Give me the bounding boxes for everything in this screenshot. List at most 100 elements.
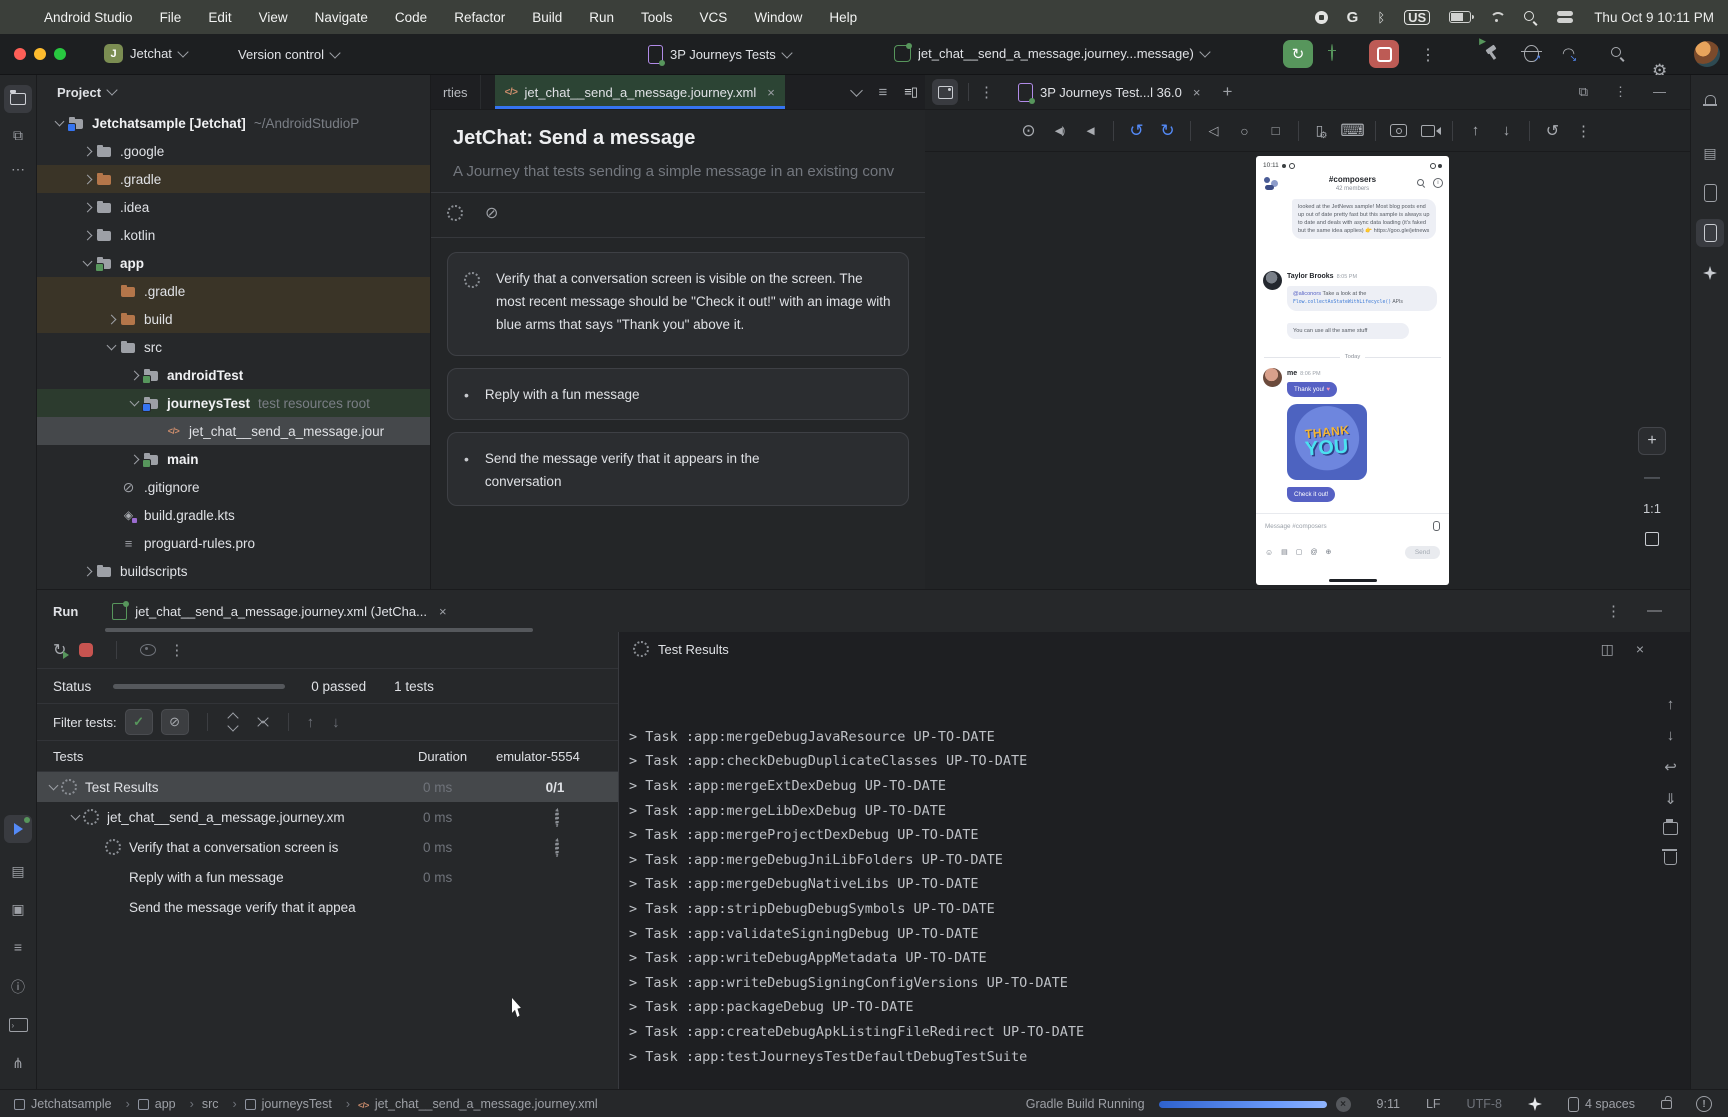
more-options-icon[interactable]: ⋮ — [979, 83, 994, 101]
test-chevron-icon[interactable] — [45, 774, 61, 800]
tree-row[interactable]: androidTest — [37, 361, 430, 389]
menu-item[interactable]: Window — [754, 10, 802, 25]
journey-step-card[interactable]: • Send the message verify that it appear… — [447, 432, 909, 506]
zoom-level[interactable]: 1:1 — [1643, 501, 1661, 516]
tree-chevron-icon[interactable] — [79, 166, 95, 192]
test-row[interactable]: Reply with a fun message 0 ms — [37, 862, 618, 892]
run-configuration-selector[interactable]: 3P Journeys Tests — [648, 45, 791, 64]
control-center-icon[interactable] — [1557, 11, 1575, 23]
tree-row[interactable]: Jetchatsample [Jetchat] ~/AndroidStudioP — [37, 109, 430, 137]
tree-chevron-icon[interactable] — [79, 250, 95, 276]
terminal-tool-button[interactable]: › — [4, 1011, 32, 1039]
project-tool-button[interactable] — [4, 85, 32, 113]
device-tab[interactable]: 3P Journeys Test...l 36.0 × — [1018, 83, 1200, 102]
wifi-icon[interactable] — [1490, 12, 1504, 23]
cancel-build-icon[interactable]: × — [1336, 1097, 1351, 1112]
show-passed-icon[interactable] — [140, 644, 156, 656]
send-button[interactable]: Send — [1405, 546, 1440, 559]
device-toolbar-icon[interactable] — [1568, 111, 1599, 151]
tree-chevron-icon[interactable] — [103, 530, 119, 556]
show-ignored-toggle[interactable]: ⊘ — [161, 709, 189, 735]
search-everywhere-icon[interactable] — [1610, 46, 1625, 61]
reader-mode-icon[interactable]: ≡▯ — [904, 84, 917, 100]
tree-chevron-icon[interactable] — [126, 446, 142, 472]
google-icon[interactable]: G — [1347, 9, 1359, 26]
tree-row[interactable]: jet_chat__send_a_message.jour — [37, 417, 430, 445]
tree-row[interactable]: .idea — [37, 193, 430, 221]
tests-column-header[interactable]: Tests — [53, 749, 83, 764]
test-row[interactable]: jet_chat__send_a_message.journey.xm 0 ms — [37, 802, 618, 832]
device-toolbar-icon[interactable] — [1491, 111, 1522, 151]
file-encoding[interactable]: UTF-8 — [1467, 1097, 1502, 1111]
gemini-status-icon[interactable] — [1528, 1097, 1542, 1111]
device-manager-button[interactable]: ▤ — [1696, 139, 1724, 167]
tree-row[interactable]: .google — [37, 137, 430, 165]
journey-step-card[interactable]: Verify that a conversation screen is vis… — [447, 252, 909, 356]
menu-item[interactable]: Tools — [641, 10, 673, 25]
device-column-header[interactable]: emulator-5554 — [496, 749, 614, 764]
scroll-up-icon[interactable]: ↑ — [1667, 696, 1675, 713]
tree-chevron-icon[interactable] — [126, 390, 142, 416]
tab-list-chevron-icon[interactable] — [851, 84, 864, 97]
scroll-to-end-icon[interactable]: ⇓ — [1664, 790, 1677, 808]
new-tab-icon[interactable]: + — [1222, 82, 1232, 102]
screenshot-view-icon[interactable] — [932, 79, 958, 105]
print-icon[interactable] — [1663, 822, 1678, 835]
device-toolbar-icon[interactable] — [1537, 111, 1568, 151]
image-icon[interactable]: ▢ — [1296, 548, 1303, 556]
editor-tab-active[interactable]: </> jet_chat__send_a_message.journey.xml… — [495, 75, 785, 109]
device-toolbar-icon[interactable] — [1013, 111, 1044, 151]
tree-row[interactable]: buildscripts — [37, 557, 430, 585]
rerun-button[interactable]: ↻ — [1283, 40, 1313, 68]
device-toolbar-icon[interactable] — [1121, 111, 1152, 151]
notifications-bell-icon[interactable] — [1696, 87, 1724, 115]
test-row[interactable]: Test Results 0 ms 0/1 — [37, 772, 618, 802]
previous-test-icon[interactable]: ↑ — [307, 714, 315, 731]
minimize-window-button[interactable] — [34, 48, 46, 60]
more-tool-windows-button[interactable]: ⋯ — [4, 155, 32, 183]
line-separator[interactable]: LF — [1426, 1097, 1441, 1111]
tree-row[interactable]: .kotlin — [37, 221, 430, 249]
device-toolbar-icon[interactable] — [1198, 111, 1229, 151]
tree-row[interactable]: build — [37, 305, 430, 333]
stop-button[interactable] — [1369, 40, 1399, 68]
test-row[interactable]: Verify that a conversation screen is 0 m… — [37, 832, 618, 862]
maximize-window-button[interactable] — [54, 48, 66, 60]
breadcrumb[interactable]: src — [202, 1097, 237, 1111]
git-tool-button[interactable]: ⋔ — [4, 1049, 32, 1077]
emoji-icon[interactable]: ☺ — [1265, 548, 1273, 557]
tree-row[interactable]: .gradle — [37, 277, 430, 305]
device-toolbar-icon[interactable] — [1113, 121, 1114, 141]
breadcrumb[interactable]: journeysTest — [245, 1097, 350, 1111]
profiler-icon[interactable]: ↗ — [1524, 45, 1539, 62]
tree-chevron-icon[interactable] — [79, 558, 95, 584]
menu-item[interactable]: Refactor — [454, 10, 505, 25]
attach-icon[interactable]: ⊕ — [1326, 548, 1332, 556]
breadcrumb[interactable]: app — [138, 1097, 194, 1111]
close-console-icon[interactable]: × — [1636, 641, 1644, 658]
vcs-widget[interactable]: Version control — [238, 47, 339, 62]
menu-item[interactable]: File — [160, 10, 182, 25]
device-selector[interactable]: jet_chat__send_a_message.journey...messa… — [894, 45, 1209, 62]
tree-chevron-icon[interactable] — [103, 278, 119, 304]
device-toolbar-icon[interactable] — [1337, 111, 1368, 151]
emulator-button[interactable] — [1696, 179, 1724, 207]
device-toolbar-icon[interactable] — [1229, 111, 1260, 151]
soft-wrap-icon[interactable] — [1664, 758, 1677, 776]
device-toolbar-icon[interactable] — [1529, 121, 1530, 141]
device-toolbar-icon[interactable] — [1298, 121, 1299, 141]
stop-tests-icon[interactable] — [79, 643, 93, 657]
project-panel-header[interactable]: Project — [37, 75, 430, 109]
menu-item[interactable]: Help — [829, 10, 857, 25]
tree-row[interactable]: main — [37, 445, 430, 473]
collapse-all-icon[interactable] — [256, 714, 270, 730]
logcat-tool-button[interactable]: ≡ — [4, 933, 32, 961]
open-in-window-icon[interactable]: ⧉ — [1579, 84, 1588, 100]
device-toolbar-icon[interactable] — [1190, 121, 1191, 141]
test-chevron-icon[interactable] — [89, 864, 105, 890]
cancel-icon[interactable]: ⊘ — [485, 203, 498, 223]
debug-button[interactable] — [1331, 45, 1333, 60]
tree-row[interactable]: .gitignore — [37, 473, 430, 501]
breadcrumb[interactable]: jet_chat__send_a_message.journey.xml — [358, 1097, 612, 1111]
project-widget[interactable]: J Jetchat — [104, 44, 187, 63]
